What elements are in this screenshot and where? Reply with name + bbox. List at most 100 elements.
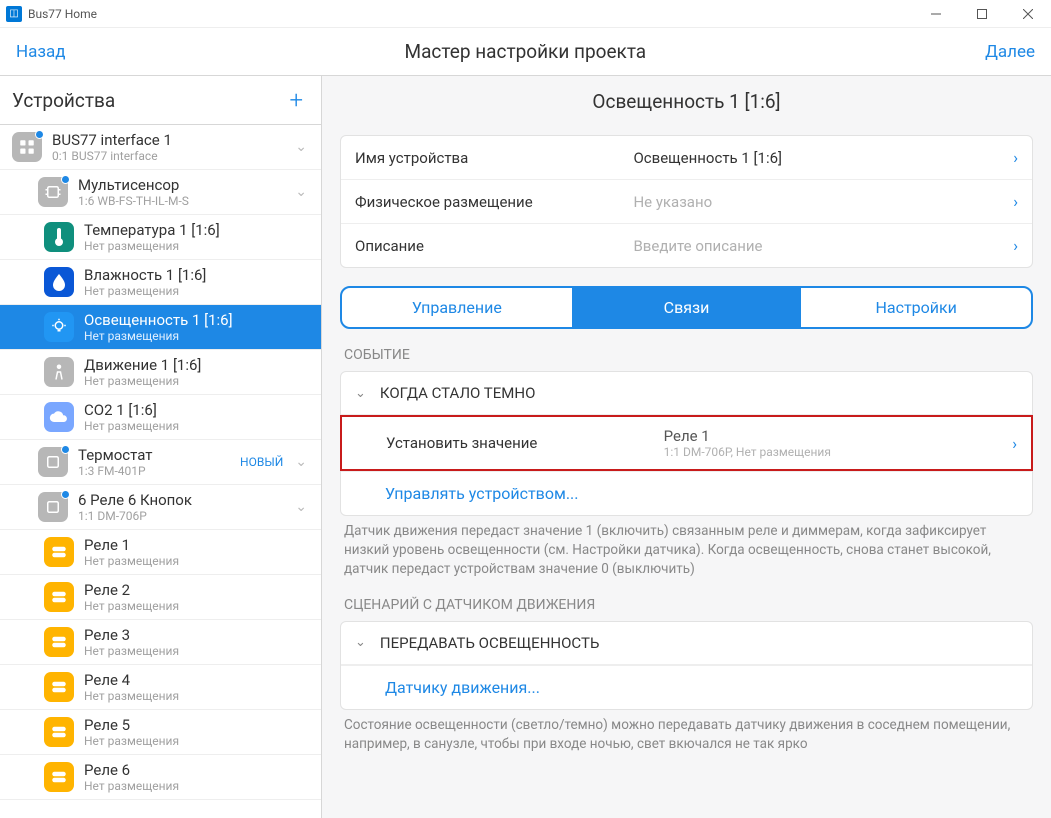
tree-label: CO2 1 [1:6] bbox=[84, 401, 313, 419]
tree-sub: Нет размещения bbox=[84, 554, 313, 568]
tree-node-temperature[interactable]: Температура 1 [1:6] Нет размещения bbox=[0, 215, 321, 260]
prop-value: Введите описание bbox=[633, 237, 1013, 255]
chevron-down-icon: ⌄ bbox=[355, 635, 366, 650]
switch-icon bbox=[44, 762, 74, 792]
tree-node-relay4[interactable]: Реле 4 Нет размещения bbox=[0, 665, 321, 710]
action-title: Установить значение bbox=[386, 434, 537, 452]
close-button[interactable] bbox=[1005, 0, 1051, 28]
switch-icon bbox=[44, 582, 74, 612]
switch-icon bbox=[44, 537, 74, 567]
tree-node-motion[interactable]: Движение 1 [1:6] Нет размещения bbox=[0, 350, 321, 395]
switch-icon bbox=[44, 627, 74, 657]
tree-label: Освещенность 1 [1:6] bbox=[84, 311, 313, 329]
event-box-dark: ⌄ КОГДА СТАЛО ТЕМНО Установить значение … bbox=[340, 371, 1033, 516]
tree-label: 6 Реле 6 Кнопок bbox=[78, 491, 289, 509]
wizard-header: Назад Мастер настройки проекта Далее bbox=[0, 28, 1051, 76]
tree-node-relay1[interactable]: Реле 1 Нет размещения bbox=[0, 530, 321, 575]
tree-node-humidity[interactable]: Влажность 1 [1:6] Нет размещения bbox=[0, 260, 321, 305]
event-header[interactable]: ⌄ ПЕРЕДАВАТЬ ОСВЕЩЕННОСТЬ bbox=[341, 622, 1032, 665]
chevron-down-icon: ⌄ bbox=[289, 454, 313, 470]
add-device-button[interactable]: + bbox=[283, 86, 309, 114]
tab-settings[interactable]: Настройки bbox=[801, 288, 1031, 327]
event-title: КОГДА СТАЛО ТЕМНО bbox=[380, 384, 536, 402]
tree-node-bus77[interactable]: BUS77 interface 1 0:1 BUS77 interface ⌄ bbox=[0, 125, 321, 170]
minimize-button[interactable] bbox=[913, 0, 959, 28]
droplet-icon bbox=[44, 267, 74, 297]
link-motion-sensor[interactable]: Датчику движения... bbox=[341, 665, 1032, 709]
tree-label: Реле 2 bbox=[84, 581, 313, 599]
status-dot-icon bbox=[61, 490, 70, 499]
tree-node-relay5[interactable]: Реле 5 Нет размещения bbox=[0, 710, 321, 755]
tree-node-illuminance[interactable]: Освещенность 1 [1:6] Нет размещения bbox=[0, 305, 321, 350]
section-description: Состояние освещенности (светло/темно) мо… bbox=[344, 716, 1029, 754]
chevron-right-icon: › bbox=[1004, 434, 1017, 453]
device-tree: BUS77 interface 1 0:1 BUS77 interface ⌄ … bbox=[0, 125, 321, 818]
tree-sub: Нет размещения bbox=[84, 329, 313, 343]
tree-node-relay3[interactable]: Реле 3 Нет размещения bbox=[0, 620, 321, 665]
prop-location[interactable]: Физическое размещение Не указано › bbox=[341, 180, 1032, 224]
tree-node-relay2[interactable]: Реле 2 Нет размещения bbox=[0, 575, 321, 620]
switch-icon bbox=[44, 717, 74, 747]
link-control-device[interactable]: Управлять устройством... bbox=[341, 471, 1032, 515]
tree-label: Влажность 1 [1:6] bbox=[84, 266, 313, 284]
sidebar-header: Устройства + bbox=[0, 76, 321, 125]
status-dot-icon bbox=[61, 175, 70, 184]
tree-sub: Нет размещения bbox=[84, 374, 313, 388]
prop-name[interactable]: Имя устройства Освещенность 1 [1:6] › bbox=[341, 136, 1032, 180]
tree-label: Реле 6 bbox=[84, 761, 313, 779]
window-title: Bus77 Home bbox=[28, 7, 97, 21]
tab-links[interactable]: Связи bbox=[572, 288, 802, 327]
app-logo-icon: ◫ bbox=[6, 6, 22, 22]
back-button[interactable]: Назад bbox=[16, 42, 66, 62]
tree-label: Реле 1 bbox=[84, 536, 313, 554]
tree-sub: 1:3 FM-401P bbox=[78, 464, 240, 478]
tree-sub: 1:6 WB-FS-TH-IL-M-S bbox=[78, 194, 289, 208]
tree-label: Температура 1 [1:6] bbox=[84, 221, 313, 239]
event-box-scenario: ⌄ ПЕРЕДАВАТЬ ОСВЕЩЕННОСТЬ Датчику движен… bbox=[340, 621, 1033, 710]
action-set-value[interactable]: Установить значение Реле 1 1:1 DM-706P, … bbox=[340, 415, 1033, 471]
tree-sub: 1:1 DM-706P bbox=[78, 509, 289, 523]
tab-control[interactable]: Управление bbox=[342, 288, 572, 327]
event-header[interactable]: ⌄ КОГДА СТАЛО ТЕМНО bbox=[341, 372, 1032, 415]
maximize-icon bbox=[977, 9, 987, 19]
tree-label: BUS77 interface 1 bbox=[52, 131, 289, 149]
page-title: Освещенность 1 [1:6] bbox=[322, 76, 1051, 127]
section-description: Датчик движения передаст значение 1 (вкл… bbox=[344, 522, 1029, 579]
motion-icon bbox=[44, 357, 74, 387]
main-panel: Освещенность 1 [1:6] Имя устройства Осве… bbox=[322, 76, 1051, 818]
status-dot-icon bbox=[61, 445, 70, 454]
chevron-down-icon: ⌄ bbox=[289, 139, 313, 155]
new-badge: НОВЫЙ bbox=[240, 455, 283, 469]
tree-node-6relay[interactable]: 6 Реле 6 Кнопок 1:1 DM-706P ⌄ bbox=[0, 485, 321, 530]
tabbar: Управление Связи Настройки bbox=[340, 286, 1033, 329]
thermometer-icon bbox=[44, 222, 74, 252]
next-button[interactable]: Далее bbox=[985, 42, 1035, 62]
lightbulb-icon bbox=[44, 312, 74, 342]
tree-node-co2[interactable]: CO2 1 [1:6] Нет размещения bbox=[0, 395, 321, 440]
tree-node-thermostat[interactable]: Термостат 1:3 FM-401P НОВЫЙ ⌄ bbox=[0, 440, 321, 485]
event-title: ПЕРЕДАВАТЬ ОСВЕЩЕННОСТЬ bbox=[380, 634, 600, 652]
interface-icon bbox=[12, 132, 42, 162]
prop-label: Имя устройства bbox=[355, 149, 633, 167]
tree-sub: Нет размещения bbox=[84, 779, 313, 793]
chip-icon bbox=[38, 447, 68, 477]
device-sidebar: Устройства + BUS77 interface 1 0:1 BUS77… bbox=[0, 76, 322, 818]
device-properties: Имя устройства Освещенность 1 [1:6] › Фи… bbox=[340, 135, 1033, 268]
maximize-button[interactable] bbox=[959, 0, 1005, 28]
tree-sub: 0:1 BUS77 interface bbox=[52, 149, 289, 163]
wizard-title: Мастер настройки проекта bbox=[66, 40, 986, 63]
tree-node-relay6[interactable]: Реле 6 Нет размещения bbox=[0, 755, 321, 800]
prop-label: Физическое размещение bbox=[355, 193, 633, 211]
tree-sub: Нет размещения bbox=[84, 599, 313, 613]
chevron-right-icon: › bbox=[1013, 236, 1018, 255]
tree-label: Термостат bbox=[78, 446, 240, 464]
switch-icon bbox=[44, 672, 74, 702]
close-icon bbox=[1023, 9, 1033, 19]
tree-node-multisensor[interactable]: Мультисенсор 1:6 WB-FS-TH-IL-M-S ⌄ bbox=[0, 170, 321, 215]
tree-label: Реле 4 bbox=[84, 671, 313, 689]
prop-description[interactable]: Описание Введите описание › bbox=[341, 224, 1032, 267]
chip-icon bbox=[38, 492, 68, 522]
sidebar-title: Устройства bbox=[12, 89, 283, 112]
chevron-right-icon: › bbox=[1013, 148, 1018, 167]
tree-label: Мультисенсор bbox=[78, 176, 289, 194]
